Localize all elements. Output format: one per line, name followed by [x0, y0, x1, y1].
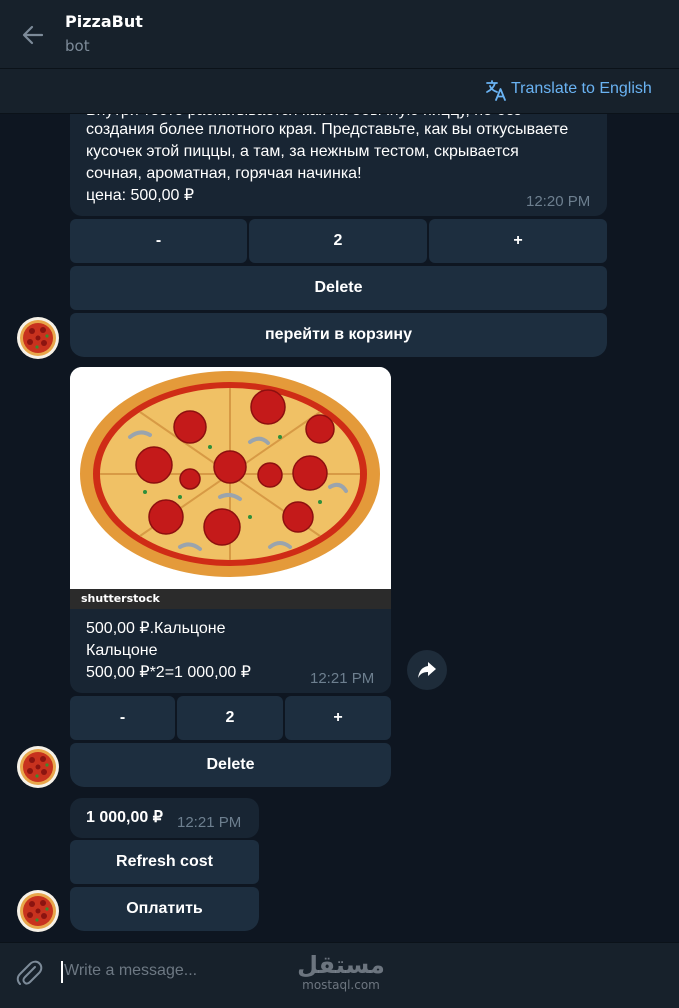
bot-avatar[interactable] — [17, 746, 59, 788]
pizza-photo[interactable] — [70, 367, 391, 593]
pay-button[interactable]: Оплатить — [70, 887, 259, 931]
bot-avatar[interactable] — [17, 317, 59, 359]
shutterstock-watermark: shutterstock — [81, 592, 160, 605]
svg-text:mostaql.com: mostaql.com — [302, 978, 380, 992]
message-line: Кальцоне — [86, 642, 158, 659]
message-line: 500,00 ₽*2=1 000,00 ₽ — [86, 664, 251, 681]
message-time: 12:20 PM — [526, 193, 591, 210]
back-arrow-icon[interactable] — [20, 22, 46, 48]
decrease-quantity-button[interactable]: - — [70, 696, 175, 740]
go-to-cart-button[interactable]: перейти в корзину — [70, 313, 607, 357]
chat-subtitle: bot — [65, 37, 90, 55]
cart-total-text: 1 000,00 ₽ — [86, 809, 163, 826]
quantity-button[interactable]: 2 — [177, 696, 283, 740]
refresh-cost-button[interactable]: Refresh cost — [70, 840, 259, 884]
decrease-quantity-button[interactable]: - — [70, 219, 247, 263]
quantity-button[interactable]: 2 — [249, 219, 427, 263]
text-caret — [61, 961, 63, 983]
pizza-image — [70, 367, 391, 593]
increase-quantity-button[interactable]: + — [285, 696, 391, 740]
delete-button[interactable]: Delete — [70, 266, 607, 310]
message-input[interactable]: Write a message... — [64, 962, 197, 980]
message-line: сочная, ароматная, горячая начинка! — [86, 165, 362, 182]
message-price-line: цена: 500,00 ₽ — [86, 187, 195, 204]
svg-text:مستقل: مستقل — [297, 951, 385, 979]
shutterstock-bar: shutterstock — [70, 589, 391, 609]
paperclip-icon[interactable] — [14, 958, 44, 988]
translate-to-english-link[interactable]: Translate to English — [511, 80, 652, 98]
message-feed[interactable]: Внутри тесто раскатывается как на обычну… — [0, 114, 679, 942]
mostaql-watermark-logo: مستقل mostaql.com — [297, 951, 385, 992]
pizza-avatar-icon — [20, 320, 56, 356]
translate-icon[interactable] — [484, 78, 508, 102]
chat-header — [0, 0, 679, 69]
message-line: 500,00 ₽.Кальцоне — [86, 620, 226, 637]
message-time: 12:21 PM — [177, 814, 242, 831]
share-button[interactable] — [407, 650, 447, 690]
chat-title[interactable]: PizzaBut — [65, 12, 143, 31]
pizza-avatar-icon — [20, 749, 56, 785]
bot-avatar[interactable] — [17, 890, 59, 932]
share-icon — [418, 662, 436, 678]
increase-quantity-button[interactable]: + — [429, 219, 607, 263]
message-line: кусочек этой пиццы, а там, за нежным тес… — [86, 143, 519, 160]
message-time: 12:21 PM — [310, 670, 375, 687]
pizza-avatar-icon — [20, 893, 56, 929]
delete-button[interactable]: Delete — [70, 743, 391, 787]
message-line: создания более плотного края. Представьт… — [86, 121, 569, 138]
